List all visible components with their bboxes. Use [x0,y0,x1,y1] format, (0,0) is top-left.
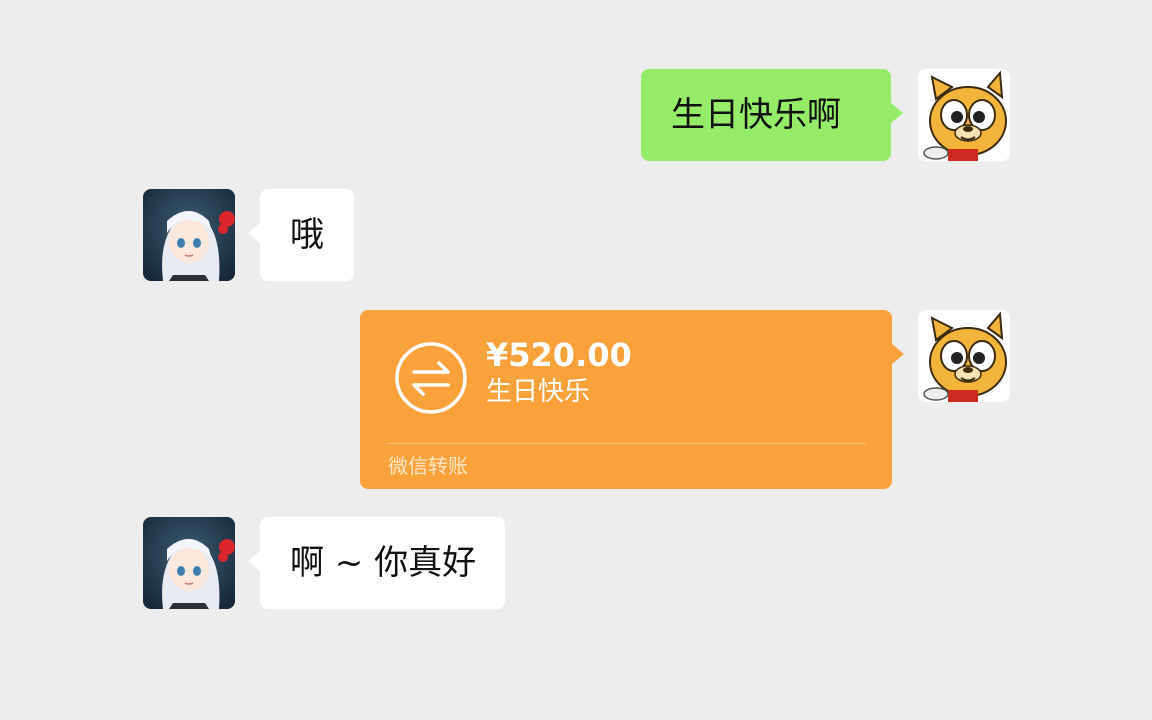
chat-bubble-sent[interactable]: 生日快乐啊 [641,69,891,161]
doge-avatar-image [918,310,1010,402]
message-text: 生日快乐啊 [671,95,841,135]
anime-girl-avatar[interactable] [143,517,235,609]
bubble-tail [891,103,903,123]
doge-avatar[interactable] [918,310,1010,402]
anime-girl-avatar-image [143,517,235,609]
transfer-footer-label: 微信转账 [388,454,468,478]
transfer-arrows-icon [395,342,467,414]
transfer-amount: ¥520.00 [486,336,632,374]
anime-girl-avatar[interactable] [143,189,235,281]
divider [388,443,866,444]
doge-avatar-image [918,69,1010,161]
bubble-tail [892,344,904,364]
doge-avatar[interactable] [918,69,1010,161]
chat-bubble-received[interactable]: 哦 [260,189,354,281]
message-text: 哦 [290,215,324,255]
anime-girl-avatar-image [143,189,235,281]
bubble-tail [248,223,260,243]
transfer-card[interactable]: ¥520.00 生日快乐 微信转账 [360,310,892,489]
transfer-note: 生日快乐 [486,377,591,407]
chat-bubble-received[interactable]: 啊 ~ 你真好 [260,517,505,609]
bubble-tail [248,551,260,571]
message-text: 啊 ~ 你真好 [290,543,477,583]
